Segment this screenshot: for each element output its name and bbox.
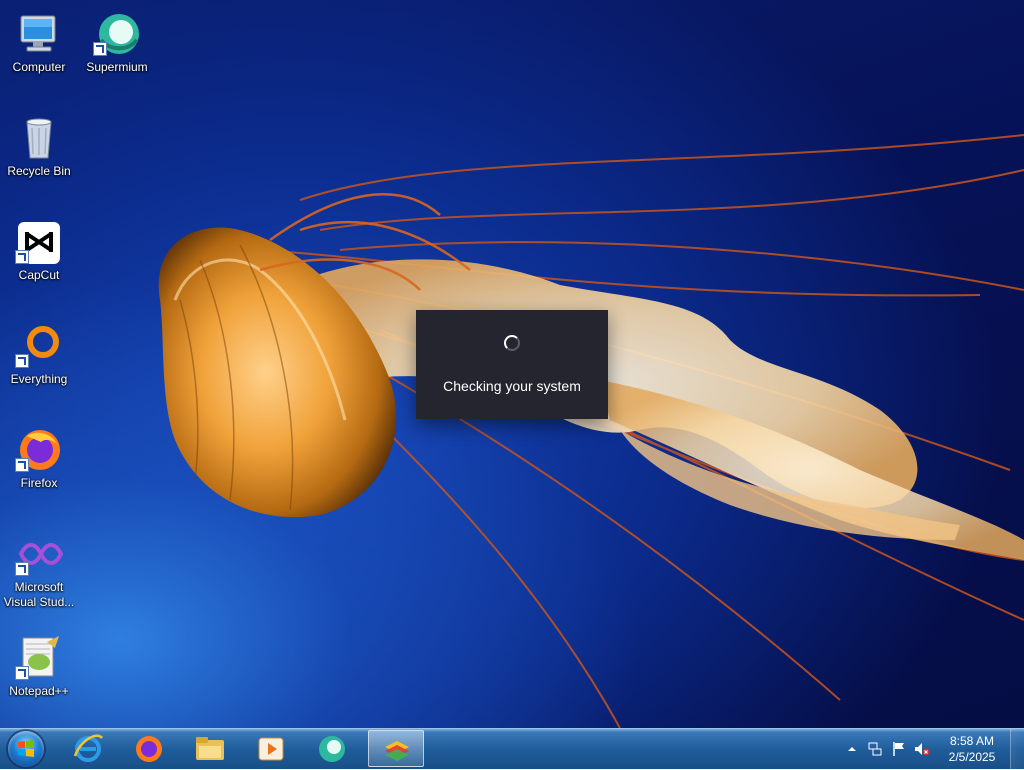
supermium-icon (319, 736, 345, 762)
loading-spinner-icon (504, 335, 520, 351)
show-hidden-icons-icon[interactable] (844, 741, 860, 757)
shortcut-arrow-icon (15, 562, 29, 576)
desktop-icon-recycle-bin[interactable]: Recycle Bin (1, 110, 77, 200)
dialog-message: Checking your system (443, 378, 581, 394)
desktop-icon-label: Notepad++ (9, 684, 69, 698)
desktop-icon-label: CapCut (18, 268, 60, 282)
desktop: Computer Recycle Bin CapCut Everything F… (0, 0, 1024, 728)
desktop-icon-everything[interactable]: Everything (1, 318, 77, 408)
media-player-icon (258, 737, 284, 761)
desktop-icon-label: Everything (10, 372, 68, 386)
windows-start-icon (18, 740, 34, 757)
desktop-icon-label: Computer (12, 60, 66, 74)
recycle-bin-icon (26, 118, 52, 159)
desktop-icon-label: Recycle Bin (7, 164, 71, 178)
desktop-icon-visual-studio[interactable]: Microsoft Visual Stud... (1, 526, 77, 616)
show-desktop-button[interactable] (1010, 729, 1024, 769)
firefox-icon (136, 736, 162, 762)
volume-muted-icon[interactable] (914, 741, 930, 757)
taskbar-file-explorer[interactable] (182, 730, 238, 767)
desktop-icon-computer[interactable]: Computer (1, 6, 77, 96)
desktop-icon-label: Firefox (20, 476, 58, 490)
internet-explorer-icon (73, 734, 104, 762)
desktop-icon-capcut[interactable]: CapCut (1, 214, 77, 304)
taskbar-internet-explorer[interactable] (60, 730, 116, 767)
desktop-icon-firefox[interactable]: Firefox (1, 422, 77, 512)
taskbar-media-player[interactable] (243, 730, 299, 767)
shortcut-arrow-icon (15, 666, 29, 680)
shortcut-arrow-icon (15, 458, 29, 472)
action-center-flag-icon[interactable] (891, 741, 907, 757)
system-clock[interactable]: 8:58 AM 2/5/2025 (940, 733, 1004, 765)
clock-date: 2/5/2025 (948, 750, 996, 764)
desktop-icon-label: Supermium (86, 60, 148, 74)
shortcut-arrow-icon (15, 250, 29, 264)
shortcut-arrow-icon (15, 354, 29, 368)
desktop-icon-notepadpp[interactable]: Notepad++ (1, 630, 77, 720)
desktop-icon-supermium[interactable]: Supermium (79, 6, 155, 96)
network-icon[interactable] (867, 741, 883, 757)
start-button[interactable] (8, 731, 44, 767)
shortcut-arrow-icon (93, 42, 107, 56)
taskbar-supermium[interactable] (304, 730, 360, 767)
bluestacks-icon (385, 741, 409, 761)
taskbar: 8:58 AM 2/5/2025 (0, 728, 1024, 769)
clock-time: 8:58 AM (949, 734, 995, 748)
desktop-icon-label: Microsoft Visual Stud... (3, 580, 75, 609)
file-explorer-icon (196, 737, 224, 760)
computer-icon (20, 15, 56, 52)
checking-system-dialog: Checking your system (416, 310, 608, 419)
taskbar-bluestacks[interactable] (368, 730, 424, 767)
taskbar-firefox[interactable] (121, 730, 177, 767)
